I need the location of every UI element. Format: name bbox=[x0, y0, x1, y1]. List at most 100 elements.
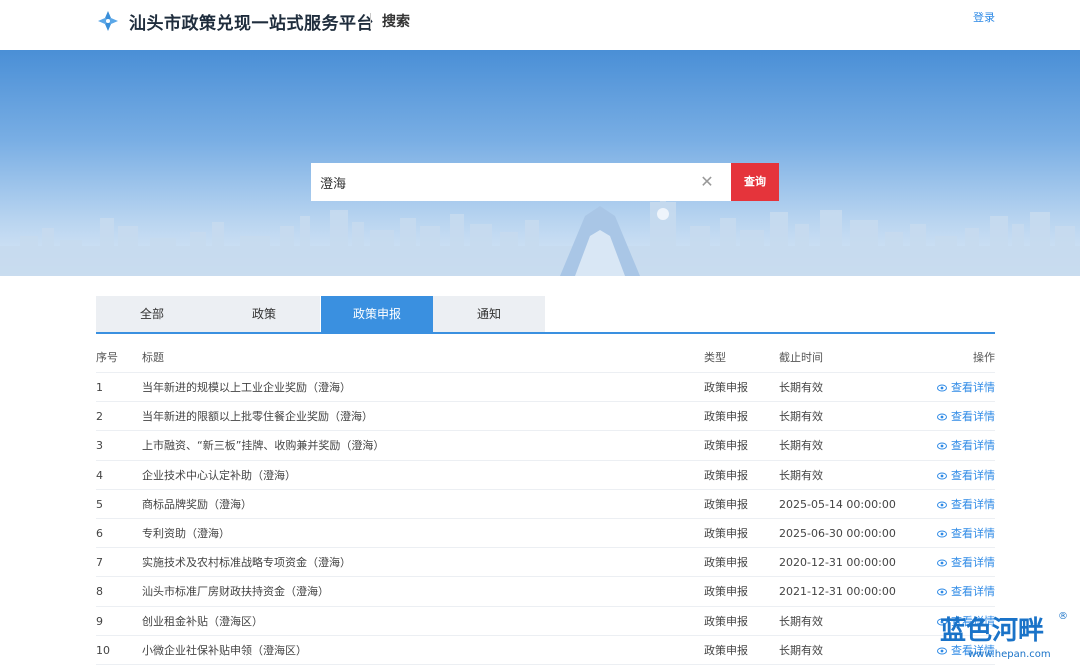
row-number: 2 bbox=[96, 410, 103, 424]
row-type: 政策申报 bbox=[704, 556, 748, 570]
header-operation: 操作 bbox=[973, 351, 995, 364]
row-number: 5 bbox=[96, 497, 103, 511]
row-deadline: 2020-12-31 00:00:00 bbox=[779, 556, 896, 570]
eye-icon bbox=[937, 530, 947, 538]
view-details-label: 查看详情 bbox=[951, 410, 995, 424]
row-type: 政策申报 bbox=[704, 585, 748, 599]
row-deadline: 长期有效 bbox=[779, 614, 823, 628]
row-title: 企业技术中心认定补助（澄海） bbox=[142, 468, 296, 482]
row-type: 政策申报 bbox=[704, 468, 748, 482]
row-type: 政策申报 bbox=[704, 410, 748, 424]
view-details-label: 查看详情 bbox=[951, 439, 995, 453]
row-type: 政策申报 bbox=[704, 381, 748, 394]
row-type: 政策申报 bbox=[704, 643, 748, 657]
row-number: 1 bbox=[96, 381, 103, 394]
row-title: 上市融资、“新三板”挂牌、收购兼并奖励（澄海） bbox=[142, 439, 385, 453]
search-banner: ✕ 查询 bbox=[0, 50, 1080, 276]
view-details-label: 查看详情 bbox=[951, 526, 995, 540]
table-row: 5 商标品牌奖励（澄海） 政策申报 2025-05-14 00:00:00 查看详情 bbox=[96, 490, 995, 519]
row-number: 10 bbox=[96, 643, 110, 657]
header-no: 序号 bbox=[96, 351, 118, 364]
view-details-label: 查看详情 bbox=[951, 585, 995, 599]
row-number: 3 bbox=[96, 439, 103, 453]
top-header: 汕头市政策兑现一站式服务平台 搜索 登录 bbox=[0, 0, 1080, 50]
eye-icon bbox=[937, 588, 947, 596]
svg-text:www.hepan.com: www.hepan.com bbox=[968, 649, 1051, 660]
search-button[interactable]: 查询 bbox=[731, 163, 779, 201]
search-input[interactable] bbox=[311, 163, 691, 201]
view-details-label: 查看详情 bbox=[951, 468, 995, 482]
eye-icon bbox=[937, 559, 947, 567]
login-link[interactable]: 登录 bbox=[973, 9, 995, 25]
tab-notice[interactable]: 通知 bbox=[433, 296, 545, 332]
table-row: 6 专利资助（澄海） 政策申报 2025-06-30 00:00:00 查看详情 bbox=[96, 519, 995, 549]
row-number: 4 bbox=[96, 468, 103, 482]
header-title: 标题 bbox=[142, 351, 164, 364]
table-row: 4 企业技术中心认定补助（澄海） 政策申报 长期有效 查看详情 bbox=[96, 461, 995, 490]
view-details-link[interactable]: 查看详情 bbox=[937, 373, 995, 402]
view-details-link[interactable]: 查看详情 bbox=[937, 431, 995, 460]
row-deadline: 2025-06-30 00:00:00 bbox=[779, 526, 896, 540]
header-type: 类型 bbox=[704, 351, 726, 364]
row-deadline: 2021-12-31 00:00:00 bbox=[779, 585, 896, 599]
view-details-link[interactable]: 查看详情 bbox=[937, 519, 995, 548]
svg-text:蓝色河畔: 蓝色河畔 bbox=[940, 615, 1044, 646]
row-number: 7 bbox=[96, 556, 103, 570]
close-icon[interactable]: ✕ bbox=[697, 172, 717, 192]
eye-icon bbox=[937, 413, 947, 421]
row-title: 汕头市标准厂房财政扶持资金（澄海） bbox=[142, 585, 329, 599]
row-title: 当年新进的规模以上工业企业奖励（澄海） bbox=[142, 381, 351, 394]
view-details-link[interactable]: 查看详情 bbox=[937, 577, 995, 606]
table-row: 8 汕头市标准厂房财政扶持资金（澄海） 政策申报 2021-12-31 00:00:0… bbox=[96, 577, 995, 607]
row-title: 实施技术及农村标准战略专项资金（澄海） bbox=[142, 556, 351, 570]
search-box: ✕ bbox=[311, 163, 731, 201]
row-type: 政策申报 bbox=[704, 614, 748, 628]
row-number: 9 bbox=[96, 614, 103, 628]
view-details-label: 查看详情 bbox=[951, 497, 995, 511]
results-table: 序号 标题 类型 截止时间 操作 1 当年新进的规模以上工业企业奖励（澄海） 政策申… bbox=[96, 343, 995, 665]
table-row: 7 实施技术及农村标准战略专项资金（澄海） 政策申报 2020-12-31 00:00… bbox=[96, 548, 995, 578]
view-details-link[interactable]: 查看详情 bbox=[937, 490, 995, 519]
row-deadline: 长期有效 bbox=[779, 381, 823, 394]
eye-icon bbox=[937, 501, 947, 509]
row-deadline: 长期有效 bbox=[779, 468, 823, 482]
row-deadline: 长期有效 bbox=[779, 410, 823, 424]
table-row: 3 上市融资、“新三板”挂牌、收购兼并奖励（澄海） 政策申报 长期有效 查看详情 bbox=[96, 431, 995, 461]
row-title: 小微企业社保补贴申领（澄海区） bbox=[142, 643, 307, 657]
row-title: 商标品牌奖励（澄海） bbox=[142, 497, 252, 511]
row-number: 8 bbox=[96, 585, 103, 599]
page-title: 搜索 bbox=[382, 14, 410, 30]
table-row: 1 当年新进的规模以上工业企业奖励（澄海） 政策申报 长期有效 查看详情 bbox=[96, 373, 995, 403]
site-title: 汕头市政策兑现一站式服务平台 bbox=[129, 14, 374, 34]
eye-icon bbox=[937, 384, 947, 392]
view-details-label: 查看详情 bbox=[951, 556, 995, 570]
table-row: 10 小微企业社保补贴申领（澄海区） 政策申报 长期有效 查看详情 bbox=[96, 636, 995, 665]
view-details-link[interactable]: 查看详情 bbox=[937, 548, 995, 577]
tab-policy[interactable]: 政策 bbox=[208, 296, 320, 332]
result-tabs: 全部 政策 政策申报 通知 bbox=[96, 296, 995, 334]
row-title: 专利资助（澄海） bbox=[142, 526, 230, 540]
row-title: 创业租金补贴（澄海区） bbox=[142, 614, 263, 628]
table-header-row: 序号 标题 类型 截止时间 操作 bbox=[96, 343, 995, 373]
watermark-logo: 蓝色河畔 ® www.hepan.com bbox=[940, 611, 1068, 660]
title-divider bbox=[370, 13, 371, 29]
eye-icon bbox=[937, 472, 947, 480]
view-details-label: 查看详情 bbox=[951, 381, 995, 394]
row-deadline: 长期有效 bbox=[779, 439, 823, 453]
header-deadline: 截止时间 bbox=[779, 351, 823, 364]
row-title: 当年新进的限额以上批零住餐企业奖励（澄海） bbox=[142, 410, 373, 424]
row-type: 政策申报 bbox=[704, 497, 748, 511]
row-type: 政策申报 bbox=[704, 439, 748, 453]
eye-icon bbox=[937, 442, 947, 450]
row-type: 政策申报 bbox=[704, 526, 748, 540]
tab-all[interactable]: 全部 bbox=[96, 296, 208, 332]
platform-logo-icon bbox=[98, 11, 118, 31]
row-deadline: 2025-05-14 00:00:00 bbox=[779, 497, 896, 511]
view-details-link[interactable]: 查看详情 bbox=[937, 461, 995, 490]
row-number: 6 bbox=[96, 526, 103, 540]
svg-text:®: ® bbox=[1058, 611, 1068, 622]
view-details-link[interactable]: 查看详情 bbox=[937, 402, 995, 431]
tab-policy-application[interactable]: 政策申报 bbox=[321, 296, 433, 332]
table-row: 2 当年新进的限额以上批零住餐企业奖励（澄海） 政策申报 长期有效 查看详情 bbox=[96, 402, 995, 432]
table-row: 9 创业租金补贴（澄海区） 政策申报 长期有效 查看详情 bbox=[96, 607, 995, 636]
